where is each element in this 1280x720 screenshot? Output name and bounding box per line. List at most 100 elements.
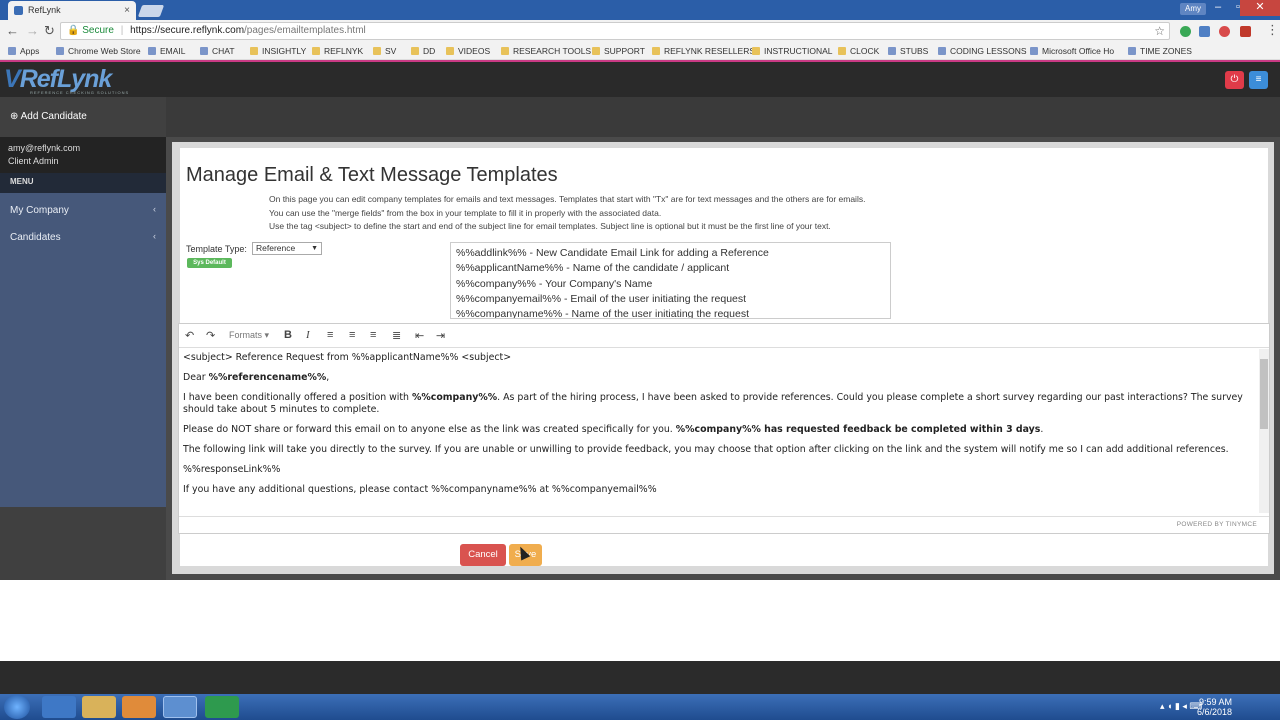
merge-field-item[interactable]: %%companyname%% - Name of the user initi… (456, 307, 885, 318)
chrome-icon[interactable] (163, 696, 197, 718)
bookmark-item[interactable]: DD (411, 46, 435, 56)
footer-strip (0, 661, 1280, 694)
address-bar-row: ← → ↻ 🔒 Secure | https://secure.reflynk.… (0, 20, 1280, 42)
bookmark-apps[interactable]: Apps (8, 46, 39, 56)
extension-icon[interactable] (1219, 26, 1230, 37)
cancel-button[interactable]: Cancel (460, 544, 506, 566)
editor-content[interactable]: <subject> Reference Request from %%appli… (183, 352, 1253, 516)
response-link-field: %%responseLink%% (183, 464, 281, 475)
body-paragraph: If you have any additional questions, pl… (183, 484, 657, 495)
bookmark-item[interactable]: STUBS (888, 46, 928, 56)
reload-icon[interactable]: ↻ (44, 23, 55, 39)
content-top-bar (166, 97, 1280, 137)
align-center-icon[interactable]: ≡ (349, 329, 355, 341)
tab-close-icon[interactable]: × (124, 1, 130, 20)
italic-icon[interactable]: I (306, 329, 310, 341)
bookmark-item[interactable]: INSTRUCTIONAL (752, 46, 832, 56)
page-title: Manage Email & Text Message Templates (186, 164, 558, 186)
bookmark-item[interactable]: SV (373, 46, 396, 56)
align-right-icon[interactable]: ≡ (370, 329, 376, 341)
merge-field-item[interactable]: %%companyemail%% - Email of the user ini… (456, 292, 885, 307)
hangouts-icon[interactable] (205, 696, 239, 718)
forward-icon[interactable]: → (26, 23, 39, 38)
new-tab-button[interactable] (137, 5, 165, 17)
sidebar-item-my-company[interactable]: My Company ‹ (0, 196, 166, 222)
menu-header: MENU (0, 173, 166, 193)
dropdown-arrow-icon: ▼ (311, 245, 318, 252)
bookmark-item[interactable]: EMAIL (148, 46, 186, 56)
power-icon: ⏻ (1230, 74, 1239, 85)
windows-start-icon[interactable] (4, 695, 30, 719)
profile-button[interactable]: Amy (1180, 3, 1206, 15)
body-paragraph: The following link will take you directl… (183, 444, 1229, 455)
logo-tagline: REFERENCE CHECKING SOLUTIONS (30, 90, 130, 95)
bookmark-item[interactable]: CLOCK (838, 46, 879, 56)
browser-tab[interactable]: RefLynk × (8, 1, 136, 20)
bookmark-item[interactable]: SUPPORT (592, 46, 645, 56)
scrollbar-thumb[interactable] (1260, 359, 1268, 429)
powered-by-label[interactable]: POWERED BY TINYMCE (1177, 521, 1257, 528)
redo-icon[interactable]: ↷ (206, 329, 215, 342)
undo-icon[interactable]: ↶ (185, 329, 194, 342)
formats-dropdown[interactable]: Formats ▾ (229, 330, 269, 341)
tab-title: RefLynk (28, 5, 61, 15)
merge-field-item[interactable]: %%company%% - Your Company's Name (456, 277, 885, 292)
sys-default-badge[interactable]: Sys Default (187, 258, 232, 268)
bookmark-item[interactable]: Chrome Web Store (56, 46, 141, 56)
greeting-line: Dear %%referencename%%, (183, 372, 330, 383)
bookmark-item[interactable]: TIME ZONES (1128, 46, 1192, 56)
bookmark-item[interactable]: RESEARCH TOOLS (501, 46, 591, 56)
editor-status-bar: POWERED BY TINYMCE (179, 516, 1269, 533)
bookmark-item[interactable]: CODING LESSONS (938, 46, 1027, 56)
chevron-left-icon: ‹ (153, 204, 156, 214)
bookmark-item[interactable]: REFLNYK (312, 46, 363, 56)
add-candidate-label: Add Candidate (20, 111, 87, 122)
bookmark-item[interactable]: VIDEOS (446, 46, 490, 56)
align-left-icon[interactable]: ≡ (327, 329, 333, 341)
media-player-icon[interactable] (122, 696, 156, 718)
bookmark-item[interactable]: INSIGHTLY (250, 46, 306, 56)
description-line: You can use the "merge fields" from the … (269, 208, 662, 218)
side-menu: My Company ‹ Candidates ‹ (0, 193, 166, 507)
clock-time: 9:59 AM (1198, 697, 1232, 707)
system-clock[interactable]: 9:59 AM 6/6/2018 (1197, 697, 1232, 717)
bookmark-item[interactable]: Microsoft Office Ho (1030, 46, 1114, 56)
bookmark-item[interactable]: REFLYNK RESELLERS (652, 46, 755, 56)
merge-field-item[interactable]: %%applicantName%% - Name of the candidat… (456, 261, 885, 276)
editor-scrollbar[interactable] (1259, 349, 1269, 513)
extension-icon[interactable] (1180, 26, 1191, 37)
app-header: VRefLynk REFERENCE CHECKING SOLUTIONS ⏻ … (0, 60, 1280, 97)
secure-label: Secure (82, 25, 114, 36)
align-justify-icon[interactable]: ≣ (392, 329, 401, 342)
bookmark-star-icon[interactable]: ☆ (1154, 23, 1165, 39)
template-type-select[interactable]: Reference ▼ (252, 242, 322, 255)
file-explorer-icon[interactable] (82, 696, 116, 718)
menu-icon: ≡ (1255, 74, 1262, 85)
window-close-icon[interactable]: ✕ (1240, 0, 1280, 16)
editor-toolbar: ↶ ↷ Formats ▾ B I ≡ ≡ ≡ ≣ ⇤ ⇥ (179, 324, 1269, 348)
internet-explorer-icon[interactable] (42, 696, 76, 718)
extension-icon[interactable] (1199, 26, 1210, 37)
plus-circle-icon: ⊕ (10, 111, 19, 122)
indent-icon[interactable]: ⇥ (436, 329, 445, 342)
merge-field-item[interactable]: %%addlink%% - New Candidate Email Link f… (456, 246, 885, 261)
url-input[interactable]: 🔒 Secure | https://secure.reflynk.com/pa… (60, 22, 1170, 40)
bold-icon[interactable]: B (284, 329, 292, 341)
outdent-icon[interactable]: ⇤ (415, 329, 424, 342)
user-role: Client Admin (8, 156, 59, 166)
menu-toggle-button[interactable]: ≡ (1249, 71, 1268, 89)
merge-fields-list[interactable]: %%addlink%% - New Candidate Email Link f… (450, 242, 891, 319)
description-line: On this page you can edit company templa… (269, 194, 866, 204)
add-candidate-link[interactable]: ⊕ Add Candidate (0, 97, 166, 137)
sidebar-item-label: My Company (10, 205, 69, 216)
back-icon[interactable]: ← (6, 23, 19, 38)
template-type-value: Reference (256, 243, 296, 253)
description-line: Use the tag <subject> to define the star… (269, 221, 831, 231)
browser-menu-icon[interactable]: ⋮ (1266, 22, 1279, 38)
power-button[interactable]: ⏻ (1225, 71, 1244, 89)
extension-icon[interactable] (1240, 26, 1251, 37)
bookmarks-bar: Apps Chrome Web Store EMAIL CHAT INSIGHT… (0, 42, 1280, 60)
bookmark-item[interactable]: CHAT (200, 46, 235, 56)
sidebar-item-candidates[interactable]: Candidates ‹ (0, 223, 166, 249)
subject-line: <subject> Reference Request from %%appli… (183, 352, 512, 363)
